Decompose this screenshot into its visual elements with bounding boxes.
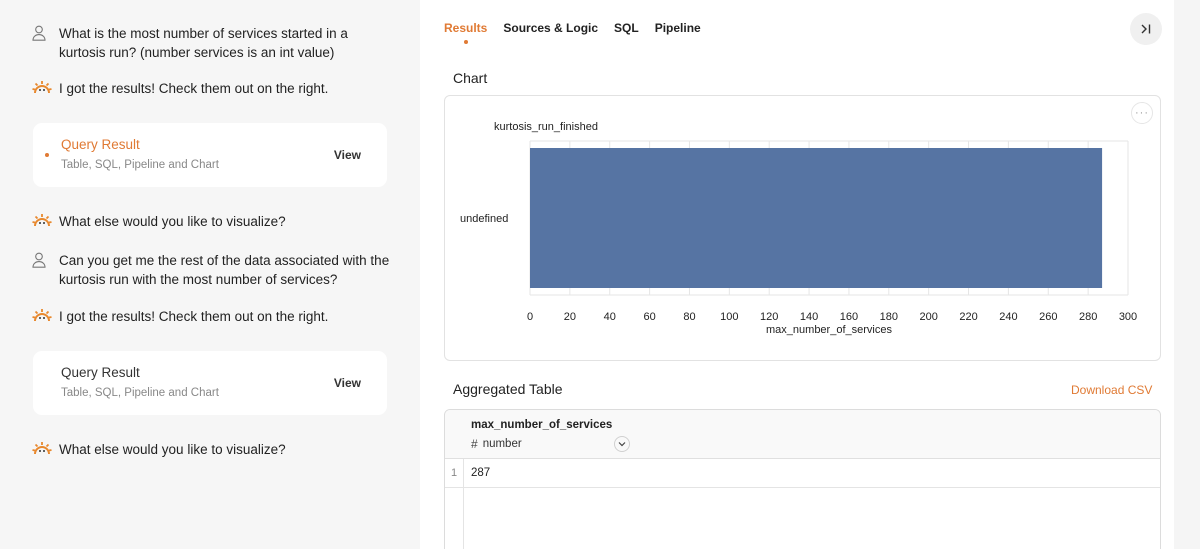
hash-icon: # [471,437,478,451]
legend-label: kurtosis_run_finished [494,121,598,133]
chart-section-title: Chart [453,70,488,86]
column-menu-button[interactable] [614,436,630,452]
bar-chart: undefined 0 20 40 60 80 100 120 140 160 180 200 220 2… [460,121,1137,336]
chat-message-user: What is the most number of services star… [32,24,392,62]
sun-logo-icon [32,308,54,327]
user-icon [32,25,54,46]
chat-message-text: What else would you like to visualize? [59,442,286,457]
x-tick-label: 300 [1119,311,1137,323]
column-header-name[interactable]: max_number_of_services [471,419,612,431]
tab-sql[interactable]: SQL [614,21,639,35]
x-tick-label: 20 [564,311,576,323]
chat-message-text: I got the results! Check them out on the… [59,81,329,96]
tab-sources-logic[interactable]: Sources & Logic [503,21,598,35]
active-indicator-dot [45,153,49,157]
chat-message-assistant: What else would you like to visualize? [32,440,392,460]
bar [530,148,1103,288]
x-tick-label: 60 [643,311,655,323]
chat-message-text: What else would you like to visualize? [59,214,286,229]
x-tick-label: 180 [880,311,898,323]
table-header: max_number_of_services # number [445,410,1160,459]
table-row: 1 287 [445,459,1160,488]
chat-message-assistant: I got the results! Check them out on the… [32,307,392,327]
chat-message-assistant: What else would you like to visualize? [32,212,392,232]
tab-pipeline[interactable]: Pipeline [655,21,701,35]
x-axis-label: max_number_of_services [766,324,892,336]
x-tick-label: 140 [800,311,818,323]
column-type-label: number [482,438,522,450]
view-button[interactable]: View [334,148,361,162]
chart-container: ··· undefined 0 20 40 60 80 100 120 140 160 180 200… [444,95,1161,361]
row-index: 1 [445,459,464,488]
table-cell: 287 [471,467,491,479]
card-title: Query Result [61,137,140,152]
x-tick-label: 220 [959,311,977,323]
card-title: Query Result [61,365,140,380]
table-section-title: Aggregated Table [453,381,563,397]
query-result-card[interactable]: Query Result Table, SQL, Pipeline and Ch… [33,351,387,415]
x-tick-label: 80 [683,311,695,323]
chat-message-text: Can you get me the rest of the data asso… [59,253,390,287]
chat-message-assistant: I got the results! Check them out on the… [32,79,392,99]
query-result-card[interactable]: Query Result Table, SQL, Pipeline and Ch… [33,123,387,187]
download-csv-link[interactable]: Download CSV [1071,383,1152,397]
user-icon [32,252,54,273]
results-tabs: Results Sources & Logic SQL Pipeline [444,21,717,44]
sun-logo-icon [32,213,54,232]
x-tick-label: 0 [527,311,533,323]
tab-results[interactable]: Results [444,21,487,44]
x-tick-label: 120 [760,311,778,323]
x-tick-label: 260 [1039,311,1057,323]
row-index-gutter [445,488,464,549]
x-tick-label: 160 [840,311,858,323]
category-label: undefined [460,213,508,225]
collapse-panel-button[interactable] [1130,13,1162,45]
collapse-right-icon [1141,24,1151,34]
view-button[interactable]: View [334,376,361,390]
card-subtitle: Table, SQL, Pipeline and Chart [61,159,219,171]
chat-message-user: Can you get me the rest of the data asso… [32,251,392,289]
window-edge [1174,0,1200,549]
card-subtitle: Table, SQL, Pipeline and Chart [61,387,219,399]
x-tick-label: 200 [919,311,937,323]
x-tick-label: 240 [999,311,1017,323]
results-panel: Results Sources & Logic SQL Pipeline Cha… [420,0,1174,549]
aggregated-table: max_number_of_services # number 1 287 [444,409,1161,549]
chevron-down-icon [618,442,626,447]
chat-message-text: What is the most number of services star… [59,26,348,60]
chat-message-text: I got the results! Check them out on the… [59,309,329,324]
chat-panel: What is the most number of services star… [0,0,420,549]
x-tick-label: 40 [604,311,616,323]
column-type: # number [471,437,522,451]
x-tick-label: 100 [720,311,738,323]
sun-logo-icon [32,441,54,460]
sun-logo-icon [32,80,54,99]
x-tick-label: 280 [1079,311,1097,323]
